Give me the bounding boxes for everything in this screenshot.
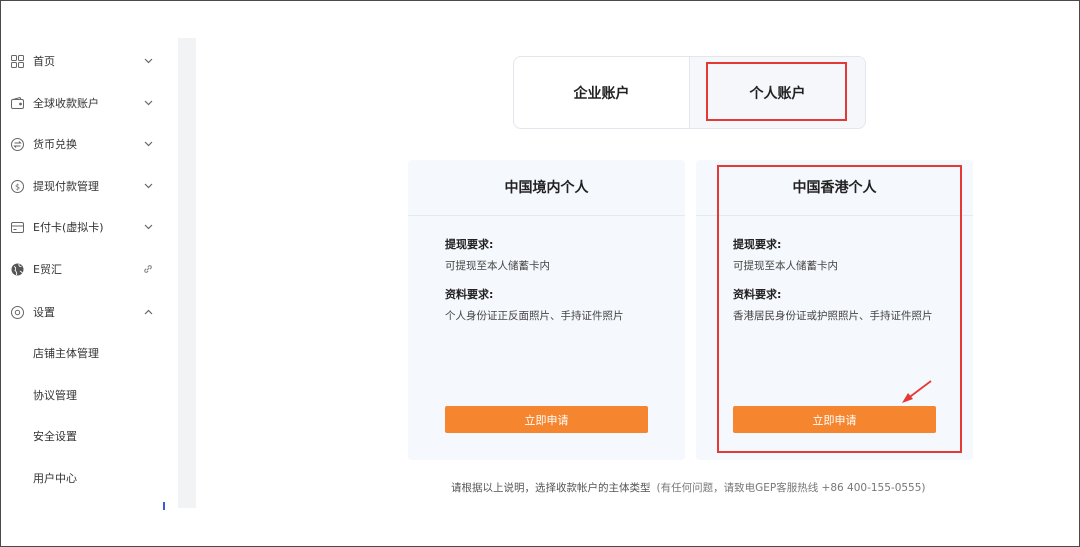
exchange-icon <box>10 137 24 151</box>
annotation-arrow-icon <box>902 380 932 403</box>
footer-note: 请根据以上说明，选择收款帐户的主体类型 (有任何问题，请致电GEP客服热线 +86… <box>451 480 926 495</box>
card-title: 中国香港个人 <box>696 160 973 216</box>
sidebar-item-virtual-card[interactable]: E付卡(虚拟卡) <box>1 212 177 242</box>
card-icon <box>10 220 24 234</box>
sidebar: 首页 全球收款账户 货币兑换 $ 提现付款管理 E付卡(虚拟卡) E贸汇 设置 … <box>1 38 177 508</box>
dollar-icon: $ <box>10 179 24 193</box>
sidebar-subitem-store-entity[interactable]: 店铺主体管理 <box>33 344 99 364</box>
sidebar-item-home[interactable]: 首页 <box>1 46 177 76</box>
withdraw-requirement-title: 提现要求: <box>733 238 782 251</box>
apply-button[interactable]: 立即申请 <box>733 406 936 433</box>
sidebar-subitem-security[interactable]: 安全设置 <box>33 427 77 447</box>
withdraw-requirement-text: 可提现至本人储蓄卡内 <box>445 260 550 272</box>
chevron-up-icon <box>143 307 153 317</box>
globe-icon <box>10 262 24 276</box>
sidebar-subitem-user-center[interactable]: 用户中心 <box>33 469 77 489</box>
tab-enterprise-account[interactable]: 企业账户 <box>514 57 689 128</box>
sidebar-item-label: 提现付款管理 <box>33 180 99 193</box>
docs-requirement-text: 香港居民身份证或护照照片、手持证件照片 <box>733 310 933 322</box>
account-type-tabs: 企业账户 个人账户 <box>513 56 866 129</box>
sidebar-item-label: 设置 <box>33 306 55 319</box>
docs-requirement-text: 个人身份证正反面照片、手持证件照片 <box>445 310 624 322</box>
sidebar-item-label: 全球收款账户 <box>33 97 99 110</box>
sidebar-item-label: 首页 <box>33 55 55 68</box>
footer-instruction: 请根据以上说明，选择收款帐户的主体类型 <box>451 482 651 494</box>
sidebar-item-global-accounts[interactable]: 全球收款账户 <box>1 88 177 118</box>
sidebar-item-e-trade[interactable]: E贸汇 <box>1 254 177 284</box>
link-icon <box>143 264 153 274</box>
card-mainland-individual: 中国境内个人 提现要求: 可提现至本人储蓄卡内 资料要求: 个人身份证正反面照片… <box>408 160 685 460</box>
chevron-down-icon <box>143 222 153 232</box>
settings-icon <box>10 305 24 319</box>
sidebar-item-withdrawal-payment[interactable]: $ 提现付款管理 <box>1 171 177 201</box>
sidebar-subitem-agreements[interactable]: 协议管理 <box>33 386 77 406</box>
card-hongkong-individual: 中国香港个人 提现要求: 可提现至本人储蓄卡内 资料要求: 香港居民身份证或护照… <box>696 160 973 460</box>
sidebar-item-label: 货币兑换 <box>33 138 77 151</box>
sidebar-scrollbar[interactable] <box>178 38 196 508</box>
footer-hotline-hint: (有任何问题，请致电GEP客服热线 +86 400-155-0555) <box>656 482 926 494</box>
grid-icon <box>10 54 24 68</box>
tab-personal-account[interactable]: 个人账户 <box>689 57 865 128</box>
chevron-down-icon <box>143 181 153 191</box>
sidebar-item-label: E付卡(虚拟卡) <box>33 221 104 234</box>
docs-requirement-title: 资料要求: <box>733 288 782 301</box>
chevron-down-icon <box>143 56 153 66</box>
withdraw-requirement-text: 可提现至本人储蓄卡内 <box>733 260 838 272</box>
sidebar-item-settings[interactable]: 设置 <box>1 297 177 327</box>
svg-text:$: $ <box>14 182 19 191</box>
wallet-icon <box>10 96 24 110</box>
apply-button[interactable]: 立即申请 <box>445 406 648 433</box>
active-indicator <box>163 502 165 510</box>
card-title: 中国境内个人 <box>408 160 685 216</box>
sidebar-item-label: E贸汇 <box>33 263 62 276</box>
chevron-down-icon <box>143 98 153 108</box>
chevron-down-icon <box>143 139 153 149</box>
withdraw-requirement-title: 提现要求: <box>445 238 494 251</box>
sidebar-item-currency-exchange[interactable]: 货币兑换 <box>1 129 177 159</box>
docs-requirement-title: 资料要求: <box>445 288 494 301</box>
